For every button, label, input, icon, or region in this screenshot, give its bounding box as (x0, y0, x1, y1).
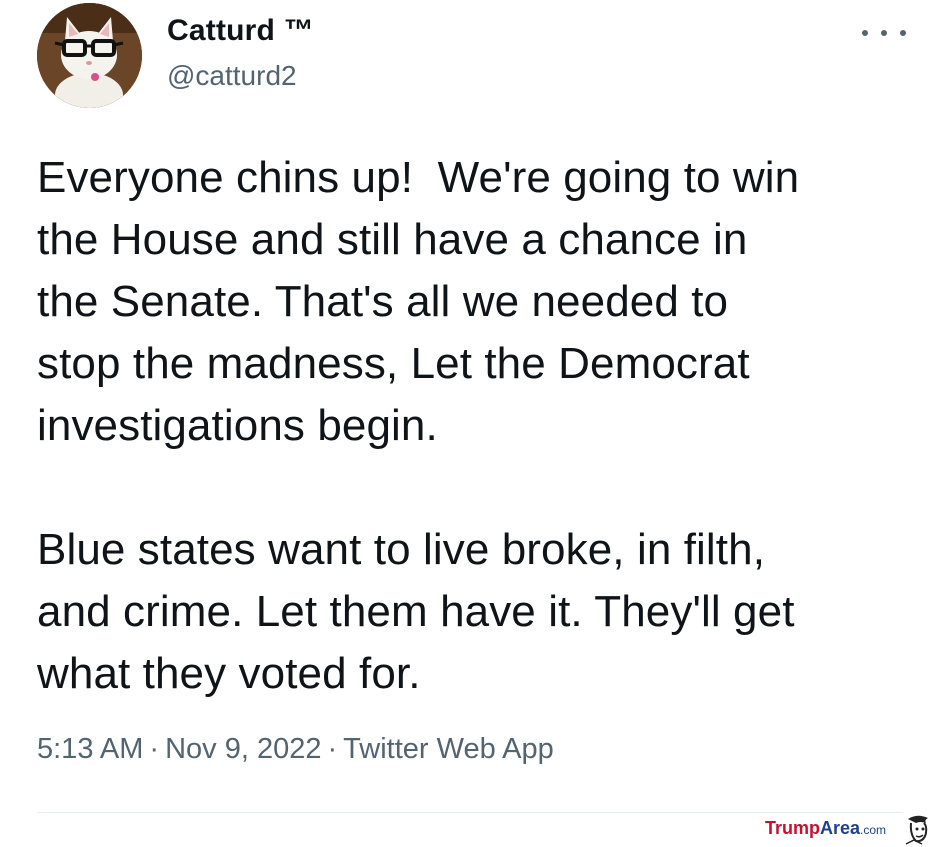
caricature-logo-icon (905, 815, 928, 845)
avatar[interactable] (37, 3, 142, 108)
more-options-icon[interactable] (862, 24, 906, 42)
separator: · (327, 733, 338, 765)
tweet-text: Everyone chins up! We're going to win th… (37, 147, 927, 705)
watermark-part-a: Trump (764, 818, 820, 838)
tweet-paragraph: Blue states want to live broke, in filth… (37, 525, 795, 698)
tweet-card: Catturd ™ @catturd2 Everyone chins up! W… (0, 0, 940, 847)
tweet-metadata: 5:13 AM · Nov 9, 2022 · Twitter Web App (37, 733, 554, 766)
dot-icon (900, 30, 906, 36)
watermark-part-b: Area (819, 818, 860, 838)
display-name[interactable]: Catturd ™ (167, 14, 314, 48)
watermark-part-c: .com (859, 823, 886, 837)
user-handle[interactable]: @catturd2 (167, 60, 297, 92)
watermark-logo-text: TrumpArea.com (765, 817, 886, 841)
tweet-paragraph: Everyone chins up! We're going to win th… (37, 153, 800, 450)
tweet-source[interactable]: Twitter Web App (343, 733, 554, 765)
watermark: TrumpArea.com (765, 813, 932, 845)
tweet-date[interactable]: Nov 9, 2022 (165, 733, 321, 765)
tweet-time[interactable]: 5:13 AM (37, 733, 143, 765)
separator: · (149, 733, 160, 765)
dot-icon (862, 30, 868, 36)
dot-icon (881, 30, 887, 36)
cat-with-glasses-avatar-icon (37, 3, 142, 108)
